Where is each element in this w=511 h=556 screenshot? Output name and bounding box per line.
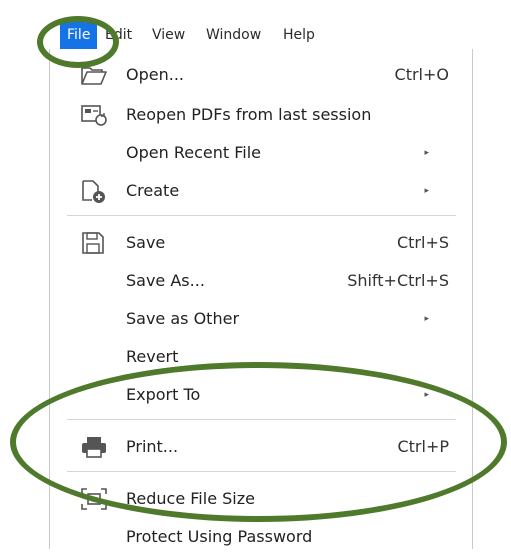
menu-item-label: Reduce File Size bbox=[126, 489, 255, 508]
menu-item-label: Export To bbox=[126, 385, 201, 404]
floppy-disk-icon bbox=[80, 231, 108, 255]
menu-separator bbox=[67, 215, 456, 216]
menu-item-label: Open Recent File bbox=[126, 143, 261, 162]
menu-item-label: Revert bbox=[126, 347, 179, 366]
menu-separator bbox=[67, 419, 456, 420]
menu-item-revert[interactable]: Revert bbox=[50, 338, 472, 376]
menu-bar: File Edit View Window Help bbox=[60, 22, 511, 49]
menu-item-protect-password[interactable]: Protect Using Password bbox=[50, 518, 472, 556]
menu-item-label: Save As... bbox=[126, 271, 205, 290]
menu-item-open[interactable]: Open... Ctrl+O bbox=[50, 56, 472, 94]
menu-item-label: Save as Other bbox=[126, 309, 240, 328]
submenu-arrow-icon: ▸ bbox=[424, 186, 429, 196]
menu-item-save-as-other[interactable]: Save as Other ▸ bbox=[50, 300, 472, 338]
submenu-arrow-icon: ▸ bbox=[424, 390, 429, 400]
create-pdf-icon bbox=[80, 179, 108, 203]
menu-file[interactable]: File bbox=[60, 22, 98, 49]
menu-item-save-as[interactable]: Save As... Shift+Ctrl+S bbox=[50, 262, 472, 300]
menu-item-label: Create bbox=[126, 181, 180, 200]
shortcut-label: Ctrl+S bbox=[396, 233, 449, 252]
shortcut-label: Ctrl+P bbox=[397, 437, 449, 456]
menu-item-export-to[interactable]: Export To ▸ bbox=[50, 376, 472, 414]
printer-icon bbox=[80, 435, 108, 459]
menu-item-label: Open... bbox=[126, 65, 184, 84]
menu-item-label: Protect Using Password bbox=[126, 527, 313, 546]
file-menu-dropdown: Open... Ctrl+O Reopen PDFs from last ses… bbox=[49, 49, 473, 549]
shortcut-label: Ctrl+O bbox=[394, 65, 449, 84]
reopen-icon bbox=[80, 103, 108, 127]
menu-help[interactable]: Help bbox=[276, 22, 322, 49]
menu-view[interactable]: View bbox=[145, 22, 192, 49]
menu-edit[interactable]: Edit bbox=[98, 22, 139, 49]
menu-item-print[interactable]: Print... Ctrl+P bbox=[50, 428, 472, 466]
menu-item-open-recent[interactable]: Open Recent File ▸ bbox=[50, 134, 472, 172]
menu-item-create[interactable]: Create ▸ bbox=[50, 172, 472, 210]
submenu-arrow-icon: ▸ bbox=[424, 314, 429, 324]
menu-item-label: Print... bbox=[126, 437, 179, 456]
menu-item-reduce-file-size[interactable]: Reduce File Size bbox=[50, 480, 472, 518]
menu-item-save[interactable]: Save Ctrl+S bbox=[50, 224, 472, 262]
folder-open-icon bbox=[80, 63, 108, 87]
shortcut-label: Shift+Ctrl+S bbox=[347, 271, 449, 290]
submenu-arrow-icon: ▸ bbox=[424, 148, 429, 158]
menu-window[interactable]: Window bbox=[199, 22, 268, 49]
reduce-size-icon bbox=[80, 487, 108, 511]
menu-item-label: Save bbox=[126, 233, 166, 252]
menu-item-label: Reopen PDFs from last session bbox=[126, 105, 372, 124]
menu-item-reopen[interactable]: Reopen PDFs from last session bbox=[50, 96, 472, 134]
menu-separator bbox=[67, 471, 456, 472]
